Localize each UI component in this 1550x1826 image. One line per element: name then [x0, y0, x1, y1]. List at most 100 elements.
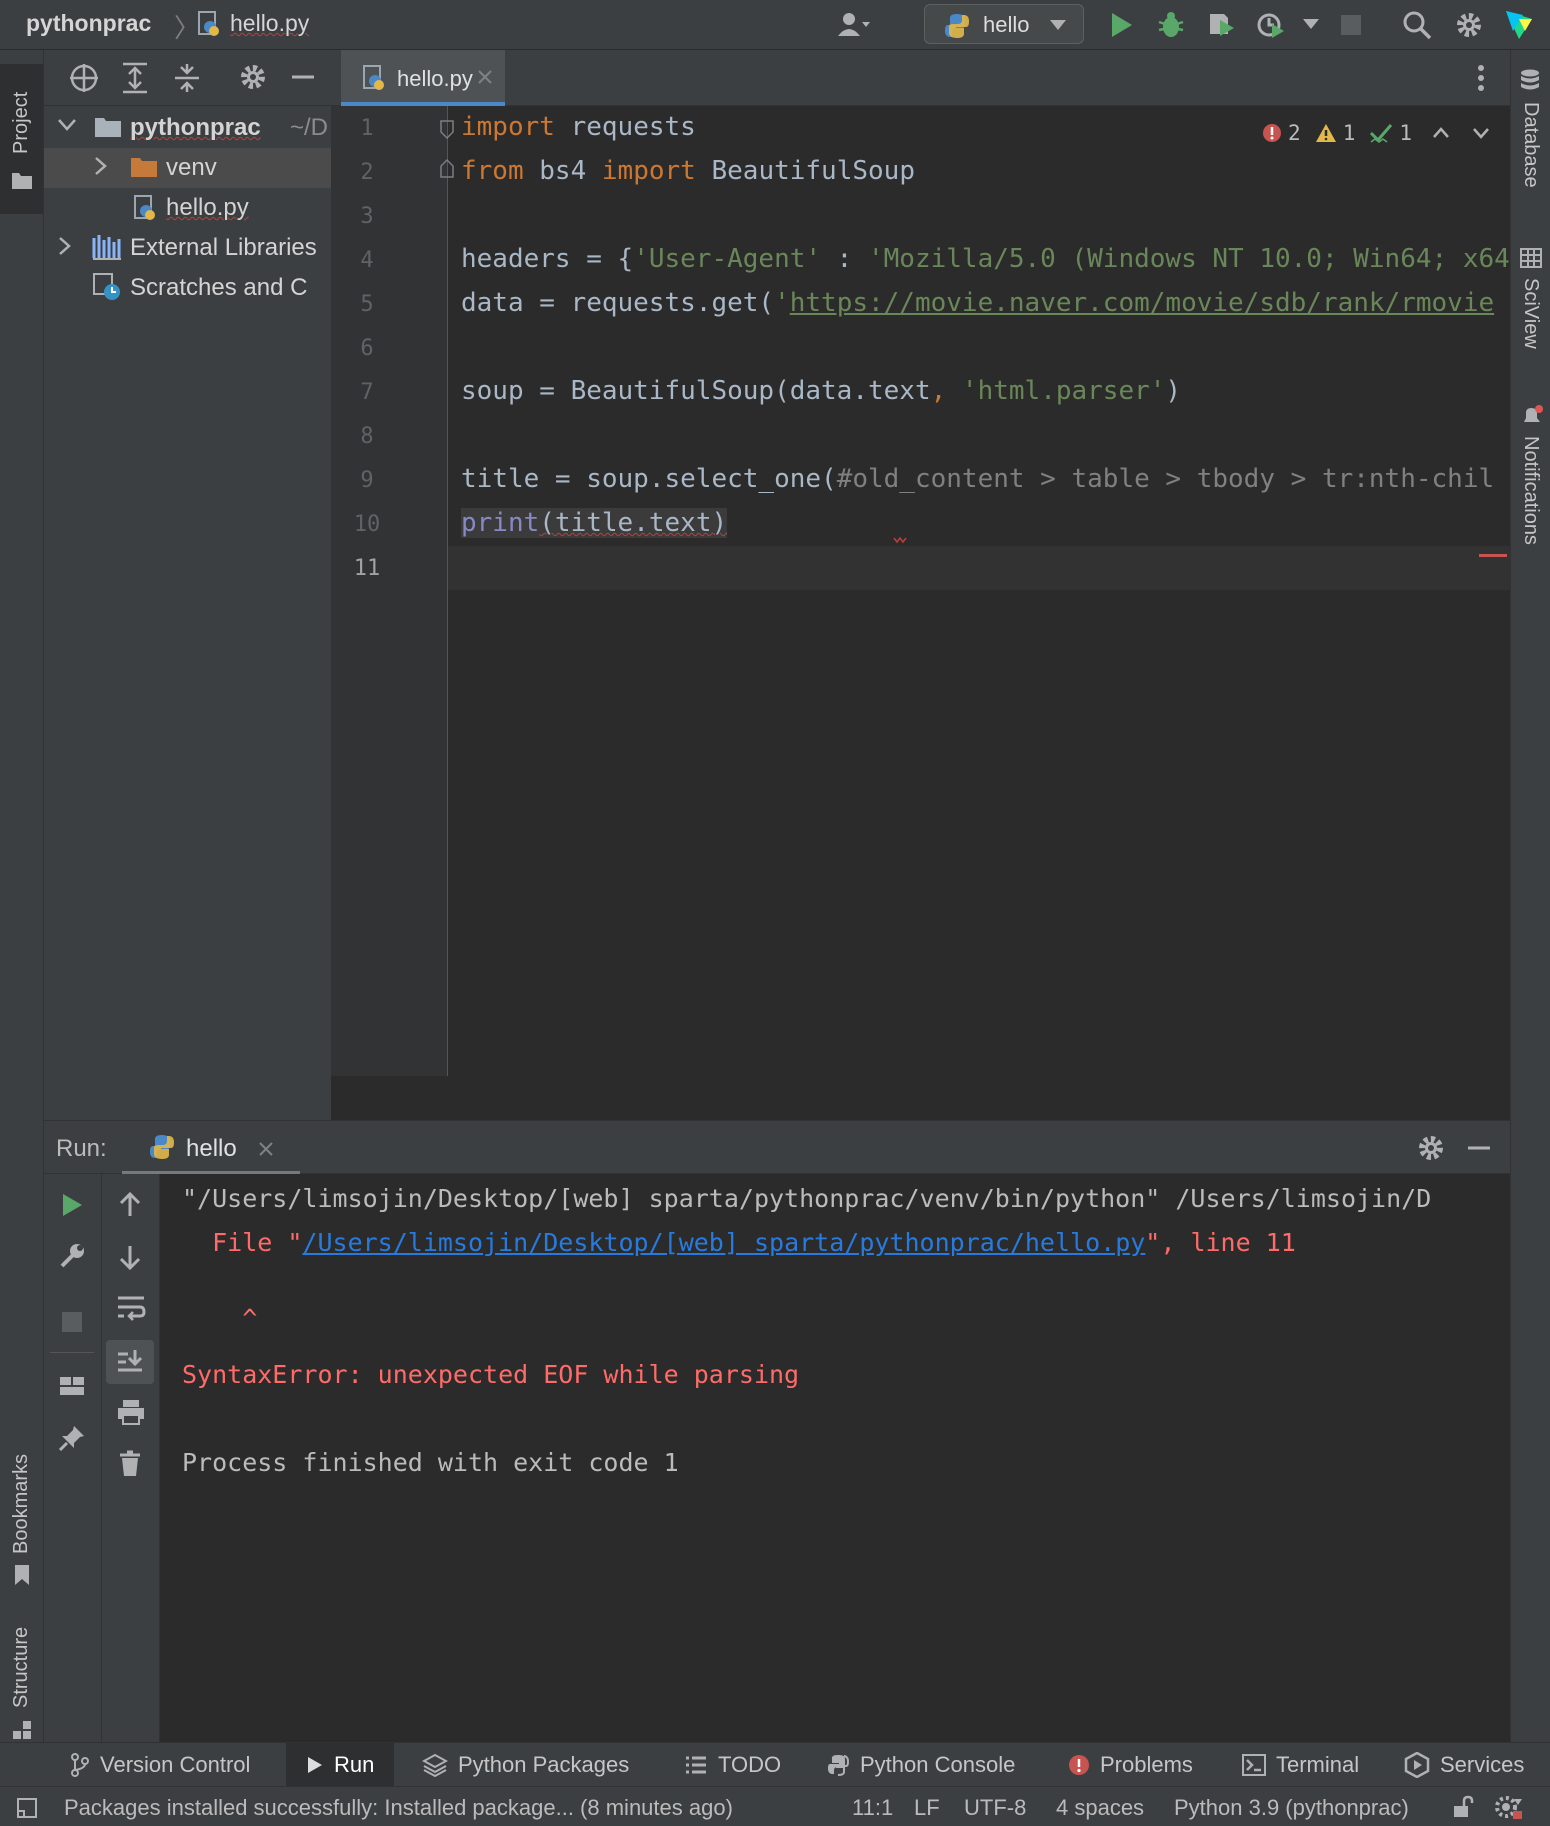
expand-all-icon[interactable] — [120, 62, 150, 94]
tool-version-control[interactable]: Version Control — [62, 1743, 258, 1787]
tree-item-venv[interactable]: venv — [44, 148, 331, 188]
status-message[interactable]: Packages installed successfully: Install… — [64, 1795, 733, 1821]
tool-todo[interactable]: TODO — [676, 1743, 789, 1787]
version-control-icon — [70, 1753, 90, 1777]
run-icon[interactable] — [1104, 8, 1138, 42]
more-run-options-chevron-icon[interactable] — [1302, 18, 1320, 30]
code-line-5: data = requests.get('https://movie.naver… — [461, 288, 1495, 318]
locate-file-icon[interactable] — [68, 62, 100, 94]
scroll-to-end-icon — [116, 1348, 144, 1376]
line-number: 9 — [360, 468, 374, 493]
sciview-tool-tab[interactable]: SciView — [1511, 244, 1550, 414]
python-interpreter[interactable]: Python 3.9 (pythonprac) — [1174, 1795, 1409, 1821]
right-tool-stripe: Database SciView Notifications — [1510, 50, 1550, 1742]
tool-label: Run — [334, 1752, 375, 1777]
code-editor[interactable]: 1 2 3 4 5 6 7 8 9 10 11 import requests … — [331, 106, 1510, 1120]
tool-label: Services — [1440, 1752, 1525, 1777]
structure-tab-label: Structure — [10, 1626, 32, 1708]
run-with-coverage-icon[interactable] — [1204, 8, 1238, 42]
run-configuration-selector[interactable]: hello — [924, 4, 1084, 44]
layout-icon[interactable] — [58, 1374, 86, 1398]
console-file-link[interactable]: /Users/limsojin/Desktop/[web] sparta/pyt… — [302, 1228, 1145, 1257]
bookmarks-tool-tab[interactable]: Bookmarks — [0, 1390, 43, 1610]
chevron-right-icon[interactable] — [58, 237, 72, 255]
scroll-to-end-button[interactable] — [106, 1340, 154, 1384]
notifications-tool-tab[interactable]: Notifications — [1511, 400, 1550, 630]
collapse-all-icon[interactable] — [172, 62, 202, 94]
unlock-icon[interactable] — [1452, 1795, 1476, 1819]
tool-terminal[interactable]: Terminal — [1234, 1743, 1367, 1787]
toggle-tool-windows-icon[interactable] — [16, 1797, 38, 1819]
pin-tab-icon[interactable] — [58, 1424, 86, 1452]
navigation-bar: pythonprac 〉 hello.py hello — [0, 0, 1550, 50]
user-profile-icon[interactable] — [836, 8, 870, 42]
edit-configuration-wrench-icon[interactable] — [58, 1242, 86, 1270]
tree-item-external-libraries[interactable]: External Libraries — [44, 228, 331, 268]
tool-problems[interactable]: Problems — [1060, 1743, 1201, 1787]
arrow-up-icon[interactable] — [118, 1192, 142, 1218]
code-analysis-icon[interactable] — [1494, 1793, 1526, 1821]
next-highlighted-error-icon[interactable] — [1472, 127, 1490, 139]
inspection-widget[interactable]: 2 1 1 — [1262, 118, 1490, 148]
settings-gear-icon[interactable] — [1452, 8, 1486, 42]
tree-item-hello-py[interactable]: hello.py — [44, 188, 331, 228]
error-stripe-marker[interactable] — [1479, 554, 1507, 557]
search-icon[interactable] — [1400, 8, 1434, 42]
project-tool-tab[interactable]: Project — [0, 64, 43, 214]
python-icon — [943, 12, 971, 40]
debug-icon[interactable] — [1154, 8, 1188, 42]
breadcrumb-file[interactable]: hello.py — [230, 10, 309, 37]
line-number: 6 — [360, 336, 374, 361]
caret-position[interactable]: 11:1 — [852, 1795, 893, 1821]
hide-panel-icon[interactable] — [1466, 1135, 1492, 1161]
tool-label: Terminal — [1276, 1752, 1360, 1777]
hide-panel-icon[interactable] — [290, 64, 316, 90]
database-tool-tab[interactable]: Database — [1511, 64, 1550, 264]
run-tab-label: hello — [186, 1135, 237, 1162]
terminal-icon — [1242, 1754, 1266, 1776]
previous-highlighted-error-icon[interactable] — [1432, 127, 1450, 139]
fold-marker-icon[interactable] — [439, 120, 455, 140]
run-console-output[interactable]: "/Users/limsojin/Desktop/[web] sparta/py… — [160, 1174, 1510, 1742]
rerun-icon[interactable] — [60, 1192, 84, 1218]
close-icon[interactable] — [477, 69, 493, 85]
structure-tool-tab[interactable]: Structure — [0, 1580, 43, 1750]
settings-gear-icon[interactable] — [1416, 1133, 1446, 1163]
tool-python-console[interactable]: Python Console — [818, 1743, 1023, 1787]
current-line-highlight — [448, 546, 1510, 590]
pycharm-logo-icon[interactable] — [1502, 8, 1536, 42]
left-tool-stripe: Project Bookmarks Structure — [0, 50, 44, 1742]
arrow-down-icon[interactable] — [118, 1244, 142, 1270]
line-separator[interactable]: LF — [914, 1795, 940, 1821]
tree-item-project-root[interactable]: pythonprac ~/D — [44, 108, 331, 148]
fold-marker-icon[interactable] — [439, 158, 455, 178]
line-number: 8 — [360, 424, 374, 449]
library-icon — [92, 234, 122, 260]
tool-python-packages[interactable]: Python Packages — [414, 1743, 637, 1787]
tool-run[interactable]: Run — [286, 1743, 395, 1787]
file-encoding[interactable]: UTF-8 — [964, 1795, 1026, 1821]
python-console-icon — [826, 1753, 850, 1777]
print-icon[interactable] — [116, 1398, 146, 1426]
soft-wrap-icon[interactable] — [116, 1294, 146, 1322]
tool-services[interactable]: Services — [1396, 1743, 1532, 1787]
profile-icon[interactable] — [1254, 8, 1288, 42]
settings-gear-icon[interactable] — [238, 62, 268, 92]
breadcrumb-project[interactable]: pythonprac — [26, 10, 151, 37]
stop-icon — [1334, 8, 1368, 42]
more-options-vertical-icon[interactable] — [1477, 64, 1485, 92]
python-file-icon — [196, 10, 222, 38]
line-number: 10 — [353, 512, 381, 537]
run-icon — [306, 1755, 324, 1775]
indent-setting[interactable]: 4 spaces — [1056, 1795, 1144, 1821]
tab-hello-py[interactable]: hello.py — [341, 50, 505, 106]
trash-icon[interactable] — [118, 1450, 142, 1478]
chevron-down-icon[interactable] — [58, 118, 76, 132]
project-tab-label: Project — [10, 91, 32, 154]
tree-item-scratches[interactable]: Scratches and C — [44, 268, 331, 308]
typo-check-icon — [1369, 123, 1393, 143]
run-tab-hello[interactable]: hello — [122, 1121, 300, 1175]
python-icon — [148, 1133, 176, 1161]
chevron-right-icon[interactable] — [94, 157, 108, 175]
close-icon[interactable] — [258, 1141, 274, 1157]
